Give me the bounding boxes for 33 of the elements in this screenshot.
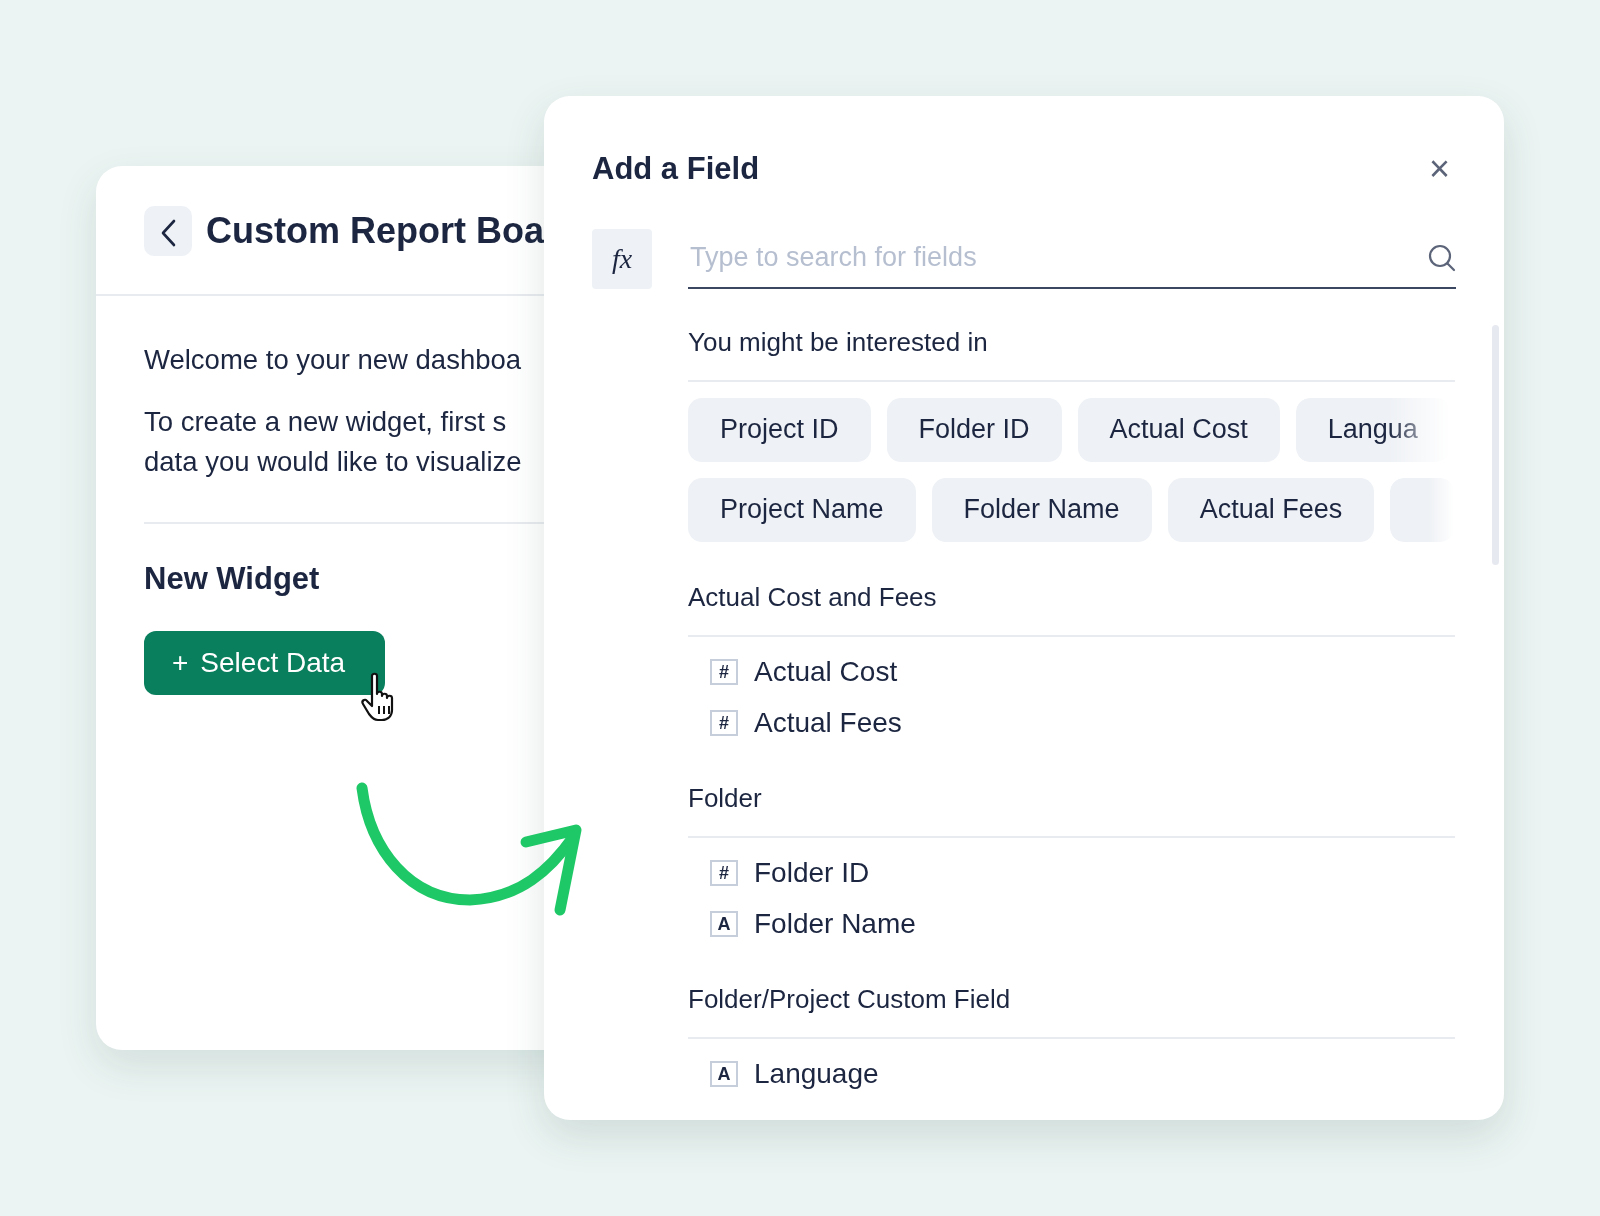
- field-type-icon: #: [710, 860, 738, 886]
- field-type-icon: #: [710, 710, 738, 736]
- select-data-button[interactable]: + Select Data: [144, 630, 386, 695]
- chevron-left-icon: [160, 218, 176, 247]
- field-chip[interactable]: Project ID: [688, 397, 871, 462]
- field-chip[interactable]: Folder Name: [931, 477, 1152, 542]
- back-button[interactable]: [144, 206, 192, 256]
- field-type-icon: #: [710, 659, 738, 685]
- section-heading: Folder/Project Custom Field: [688, 949, 1455, 1039]
- field-item[interactable]: # Actual Cost: [688, 646, 1455, 698]
- field-type-icon: A: [710, 1061, 738, 1087]
- field-chip[interactable]: Folder ID: [886, 397, 1062, 462]
- field-item[interactable]: # Folder ID: [688, 847, 1455, 899]
- field-chip[interactable]: Actual Fees: [1167, 477, 1375, 542]
- dialog-title: Add a Field: [592, 150, 760, 188]
- field-type-icon: A: [710, 911, 738, 937]
- formula-button[interactable]: fx: [592, 228, 652, 289]
- search-field[interactable]: Type to search for fields: [688, 236, 1428, 279]
- search-icon: [1428, 243, 1456, 272]
- field-item[interactable]: A Language: [688, 1048, 1455, 1100]
- report-title: Custom Report Boa: [206, 209, 544, 253]
- section-heading: You might be interested in: [688, 288, 1455, 382]
- close-button[interactable]: ×: [1422, 151, 1456, 188]
- section-heading: Folder: [688, 748, 1455, 838]
- field-item[interactable]: A Folder Name: [688, 898, 1455, 950]
- instructions-text: To create a new widget, first s data you would like to visualize: [144, 405, 523, 479]
- scrollbar[interactable]: [1492, 325, 1499, 565]
- welcome-text: Welcome to your new dashboa: [144, 343, 523, 377]
- section-heading: Actual Cost and Fees: [688, 541, 1455, 637]
- field-chip[interactable]: Project Name: [688, 477, 916, 542]
- section-title: New Widget: [144, 560, 321, 598]
- field-chip[interactable]: Actual Cost: [1077, 397, 1280, 462]
- field-item[interactable]: # Actual Fees: [688, 697, 1455, 749]
